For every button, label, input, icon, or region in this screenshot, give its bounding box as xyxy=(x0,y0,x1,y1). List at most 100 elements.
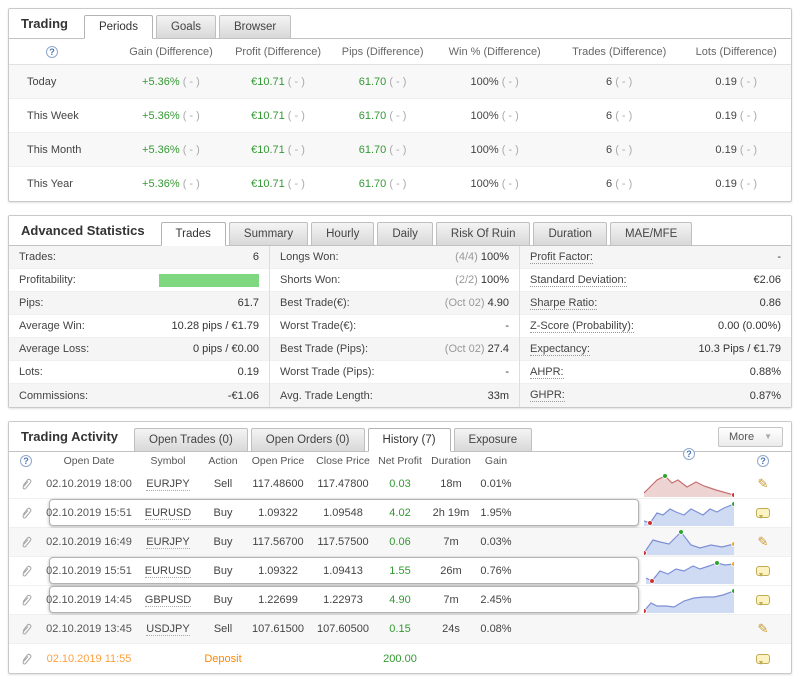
action-cell: Sell xyxy=(213,623,233,635)
stat-label[interactable]: Profit Factor: xyxy=(530,251,593,264)
more-button[interactable]: More ▼ xyxy=(718,426,783,447)
tab-history-7[interactable]: History (7) xyxy=(367,428,451,452)
comment-bubble-icon[interactable] xyxy=(756,595,770,607)
tab-open-trades-0[interactable]: Open Trades (0) xyxy=(134,428,248,452)
stat-value: - xyxy=(777,251,781,263)
period-row-this-month: This Month +5.36% ( - ) €10.71 ( - ) 61.70 … xyxy=(9,133,791,167)
comment-bubble-icon[interactable] xyxy=(756,653,770,665)
tab-daily[interactable]: Daily xyxy=(377,222,433,246)
paperclip-icon[interactable] xyxy=(19,622,33,636)
stat-label[interactable]: Expectancy: xyxy=(530,343,590,356)
stat-value-main: 0.88% xyxy=(749,366,781,378)
paperclip-icon[interactable] xyxy=(19,593,33,607)
value-lots: 0.19 xyxy=(715,75,737,88)
activity-header-row: ? Open Date Symbol Action Open Price Close Pr… xyxy=(9,448,791,470)
paperclip-icon[interactable] xyxy=(19,652,33,666)
paperclip-icon[interactable] xyxy=(19,564,33,578)
comment-bubble-icon[interactable] xyxy=(756,508,770,520)
trade-row: 02.10.2019 15:51 EURUSD Buy 1.09322 1.09413 1… xyxy=(9,557,791,586)
tab-goals[interactable]: Goals xyxy=(155,15,216,39)
stat-value: 6 xyxy=(253,251,259,263)
period-row-today: Today +5.36% ( - ) €10.71 ( - ) 61.70 ( - )… xyxy=(9,65,791,99)
stat-value-main: - xyxy=(777,251,781,263)
difference-placeholder: ( - ) xyxy=(612,75,633,88)
activity-panel-title: Trading Activity xyxy=(21,428,119,444)
stat-label[interactable]: GHPR: xyxy=(530,389,565,402)
tab-risk-of-ruin[interactable]: Risk Of Ruin xyxy=(435,222,531,246)
action-cell: Deposit xyxy=(204,652,242,665)
stat-label[interactable]: Sharpe Ratio: xyxy=(530,297,598,310)
symbol-link[interactable]: GBPUSD xyxy=(144,594,192,607)
help-icon[interactable]: ? xyxy=(20,455,32,467)
pencil-icon[interactable]: ✎ xyxy=(758,534,769,550)
pencil-icon[interactable]: ✎ xyxy=(758,621,769,637)
stat-row-best-trade: Best Trade(€): (Oct 02) 4.90 xyxy=(270,292,519,315)
help-icon[interactable]: ? xyxy=(683,448,695,460)
symbol-link[interactable]: EURUSD xyxy=(144,507,192,520)
sparkline-marker-dot xyxy=(731,588,737,594)
sparkline-cell xyxy=(643,616,735,642)
stats-column-3: Profit Factor: - Standard Deviation: €2.06 S… xyxy=(519,246,791,407)
symbol-link[interactable]: USDJPY xyxy=(146,623,190,636)
value-lots: 0.19 xyxy=(715,109,737,122)
column-header-pips-difference: Pips (Difference) xyxy=(341,45,424,58)
symbol-link[interactable]: EURJPY xyxy=(146,536,190,549)
tab-browser[interactable]: Browser xyxy=(219,15,292,39)
period-value-profit: €10.71 ( - ) xyxy=(223,110,333,122)
tab-summary[interactable]: Summary xyxy=(228,222,309,246)
period-value-trades: 6 ( - ) xyxy=(557,144,682,156)
stat-label: Best Trade(€): xyxy=(280,297,350,309)
stat-value-main: 4.90 xyxy=(487,297,509,309)
symbol-link[interactable]: EURJPY xyxy=(146,478,190,491)
symbol-link[interactable]: EURUSD xyxy=(144,565,192,578)
period-value-lots: 0.19 ( - ) xyxy=(681,110,791,122)
difference-placeholder: ( - ) xyxy=(386,109,407,122)
net-profit-cell: 0.06 xyxy=(389,536,411,548)
tab-open-orders-0[interactable]: Open Orders (0) xyxy=(250,428,365,452)
tab-duration[interactable]: Duration xyxy=(533,222,607,246)
stat-row-ghpr: GHPR: 0.87% xyxy=(520,384,791,407)
value-profit: €10.71 xyxy=(251,109,285,122)
period-value-pips: 61.70 ( - ) xyxy=(333,178,433,190)
paperclip-icon[interactable] xyxy=(19,535,33,549)
attach-cell xyxy=(9,593,43,607)
stat-label[interactable]: Z-Score (Probability): xyxy=(530,320,634,333)
help-icon[interactable]: ? xyxy=(757,455,769,467)
trade-sparkline-chart xyxy=(643,501,737,526)
paperclip-icon[interactable] xyxy=(19,477,33,491)
stat-value-main: 6 xyxy=(252,251,259,263)
symbol-cell: EURUSD xyxy=(135,565,201,578)
trade-sparkline-chart xyxy=(645,560,737,584)
pencil-icon[interactable]: ✎ xyxy=(758,476,769,492)
help-icon[interactable]: ? xyxy=(46,45,58,58)
gain-cell: 1.95% xyxy=(480,507,512,519)
stat-value: (4/4) 100% xyxy=(455,251,509,263)
tab-hourly[interactable]: Hourly xyxy=(311,222,375,246)
trade-sparkline-chart xyxy=(643,473,737,498)
tab-periods[interactable]: Periods xyxy=(83,15,153,39)
column-header-symbol: Symbol xyxy=(150,455,186,467)
tab-trades[interactable]: Trades xyxy=(160,222,226,246)
value-gain: +5.36% xyxy=(142,75,180,88)
stat-label[interactable]: Standard Deviation: xyxy=(530,274,627,287)
trading-panel-tabbar: Trading Periods Goals Browser xyxy=(9,9,791,39)
symbol-cell: EURUSD xyxy=(135,507,201,520)
trading-panel-title: Trading xyxy=(21,15,68,31)
stat-label[interactable]: AHPR: xyxy=(530,366,564,379)
sparkline-cell xyxy=(643,558,737,584)
net-profit-cell: 0.03 xyxy=(389,478,411,490)
tab-mae-mfe[interactable]: MAE/MFE xyxy=(609,222,693,246)
comment-bubble-icon[interactable] xyxy=(756,566,770,578)
value-profit: €10.71 xyxy=(251,178,285,190)
attach-cell xyxy=(9,564,43,578)
column-header-profit-difference: Profit (Difference) xyxy=(235,45,322,58)
paperclip-icon[interactable] xyxy=(19,506,33,520)
tab-exposure[interactable]: Exposure xyxy=(453,428,533,452)
sparkline-cell xyxy=(643,500,737,526)
difference-placeholder: ( - ) xyxy=(284,109,305,122)
stat-value: 0.87% xyxy=(750,390,781,402)
stat-value: 0.86 xyxy=(760,297,781,309)
stat-label: Average Loss: xyxy=(19,343,90,355)
stat-value-main: 61.7 xyxy=(237,297,259,309)
gain-cell: 2.45% xyxy=(480,594,512,606)
